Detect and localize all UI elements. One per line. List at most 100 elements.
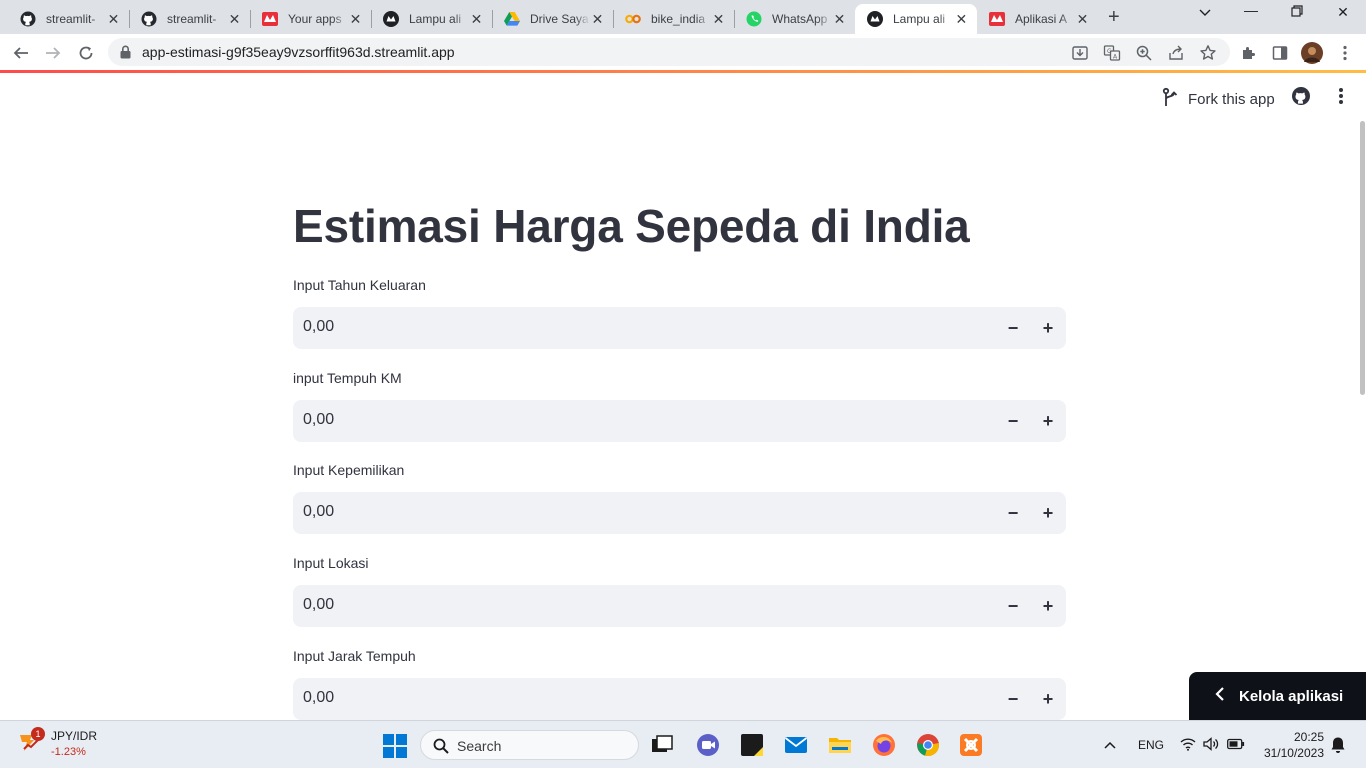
field-value[interactable]: 0,00: [303, 503, 334, 521]
decrement-button[interactable]: −: [996, 307, 1030, 349]
svg-text:G: G: [1107, 48, 1112, 55]
streamlit-dark-icon: [867, 11, 883, 27]
field-label: Input Jarak Tempuh: [293, 648, 416, 664]
close-icon[interactable]: ✕: [590, 11, 605, 28]
clock-date: 31/10/2023: [1263, 746, 1324, 760]
tab-whatsapp[interactable]: WhatsApp ✕: [734, 4, 855, 34]
firefox-icon[interactable]: [872, 733, 896, 757]
decrement-button[interactable]: −: [996, 585, 1030, 627]
tab-aplikasi[interactable]: Aplikasi A ✕: [977, 4, 1098, 34]
windows-taskbar: 1 JPY/IDR -1.23% Search ENG 20:25 31/10/…: [0, 720, 1366, 768]
close-icon[interactable]: ✕: [832, 11, 847, 28]
field-value[interactable]: 0,00: [303, 689, 334, 707]
clock-time: 20:25: [1293, 730, 1324, 744]
field-value[interactable]: 0,00: [303, 411, 334, 429]
close-icon[interactable]: ✕: [1075, 11, 1090, 28]
github-icon[interactable]: [1292, 87, 1310, 110]
manage-app-button[interactable]: Kelola aplikasi: [1189, 672, 1366, 720]
browser-menu-icon[interactable]: [1334, 42, 1356, 64]
extensions-icon[interactable]: [1237, 42, 1259, 64]
tab-drive-saya[interactable]: Drive Saya ✕: [492, 4, 613, 34]
taskbar-clock[interactable]: 20:25 31/10/2023: [1262, 729, 1324, 761]
window-close-icon[interactable]: ✕: [1331, 4, 1355, 21]
translate-icon[interactable]: GA: [1103, 44, 1121, 62]
notification-bell-icon[interactable]: [1330, 736, 1346, 757]
decrement-button[interactable]: −: [996, 400, 1030, 442]
reload-icon[interactable]: [75, 42, 97, 64]
address-bar[interactable]: app-estimasi-g9f35eay9vzsorffit963d.stre…: [108, 38, 1230, 66]
bookmark-star-icon[interactable]: [1199, 44, 1217, 62]
increment-button[interactable]: +: [1031, 400, 1065, 442]
field-label: Input Tahun Keluaran: [293, 277, 426, 293]
side-panel-icon[interactable]: [1269, 42, 1291, 64]
chrome-icon[interactable]: [916, 733, 940, 757]
number-input-box[interactable]: 0,00 − +: [293, 492, 1066, 534]
number-input-box[interactable]: 0,00 − +: [293, 585, 1066, 627]
number-input-tahun-keluaran: Input Tahun Keluaran 0,00 − +: [293, 277, 1067, 349]
search-icon: [433, 738, 449, 759]
back-icon[interactable]: [10, 42, 32, 64]
battery-icon[interactable]: [1227, 738, 1245, 753]
tab-label: Lampu ali: [409, 12, 462, 26]
close-icon[interactable]: ✕: [227, 11, 242, 28]
tray-overflow-chevron-icon[interactable]: [1104, 738, 1116, 752]
decrement-button[interactable]: −: [996, 678, 1030, 720]
close-icon[interactable]: ✕: [954, 11, 969, 28]
field-value[interactable]: 0,00: [303, 596, 334, 614]
tab-label: bike_india: [651, 12, 706, 26]
decrement-button[interactable]: −: [996, 492, 1030, 534]
close-icon[interactable]: ✕: [106, 11, 121, 28]
streamlit-icon: [262, 11, 278, 27]
number-input-box[interactable]: 0,00 − +: [293, 678, 1066, 720]
fork-app-button[interactable]: Fork this app: [1162, 87, 1275, 111]
mail-icon[interactable]: [784, 733, 808, 757]
tab-search-chevron-icon[interactable]: [1193, 4, 1217, 20]
tab-your-apps[interactable]: Your apps ✕: [250, 4, 371, 34]
number-input-box[interactable]: 0,00 − +: [293, 400, 1066, 442]
profile-avatar[interactable]: [1301, 42, 1323, 64]
teams-chat-icon[interactable]: [696, 733, 720, 757]
forward-icon[interactable]: [42, 42, 64, 64]
sticky-notes-icon[interactable]: [740, 733, 764, 757]
streamlit-icon: [989, 11, 1005, 27]
close-icon[interactable]: ✕: [711, 11, 726, 28]
windows-start-icon[interactable]: [383, 734, 407, 763]
lock-icon[interactable]: [120, 45, 131, 64]
zoom-icon[interactable]: [1135, 44, 1153, 62]
tab-streamlit-github-2[interactable]: streamlit- ✕: [129, 4, 250, 34]
restore-icon[interactable]: [1285, 4, 1309, 20]
tab-lampu-ali-1[interactable]: Lampu ali ✕: [371, 4, 492, 34]
app-menu-icon[interactable]: [1338, 87, 1344, 110]
minimize-icon[interactable]: —: [1239, 2, 1263, 18]
close-icon[interactable]: ✕: [348, 11, 363, 28]
scrollbar[interactable]: [1360, 121, 1365, 395]
new-tab-icon[interactable]: +: [1108, 6, 1120, 29]
taskbar-search[interactable]: Search: [420, 730, 639, 760]
tab-streamlit-github-1[interactable]: streamlit- ✕: [8, 4, 129, 34]
install-app-icon[interactable]: [1071, 44, 1089, 62]
colab-icon: [625, 11, 641, 27]
close-icon[interactable]: ✕: [469, 11, 484, 28]
xampp-icon[interactable]: [959, 733, 983, 757]
increment-button[interactable]: +: [1031, 585, 1065, 627]
tab-label: streamlit-: [46, 12, 96, 26]
increment-button[interactable]: +: [1031, 492, 1065, 534]
ticker-name: JPY/IDR: [51, 729, 98, 743]
field-label: Input Lokasi: [293, 555, 369, 571]
notification-badge: 1: [31, 727, 45, 741]
language-indicator[interactable]: ENG: [1138, 738, 1164, 752]
increment-button[interactable]: +: [1031, 678, 1065, 720]
chevron-left-icon: [1215, 686, 1225, 706]
tab-bike-india[interactable]: bike_india ✕: [613, 4, 734, 34]
task-view-icon[interactable]: [650, 733, 674, 757]
file-explorer-icon[interactable]: [828, 733, 852, 757]
volume-icon[interactable]: [1203, 737, 1219, 754]
share-icon[interactable]: [1167, 44, 1185, 62]
increment-button[interactable]: +: [1031, 307, 1065, 349]
number-input-box[interactable]: 0,00 − +: [293, 307, 1066, 349]
tab-label: streamlit-: [167, 12, 217, 26]
fork-icon: [1162, 87, 1178, 111]
field-value[interactable]: 0,00: [303, 318, 334, 336]
tab-lampu-ali-active[interactable]: Lampu ali ✕: [855, 4, 977, 34]
wifi-icon[interactable]: [1180, 737, 1196, 754]
